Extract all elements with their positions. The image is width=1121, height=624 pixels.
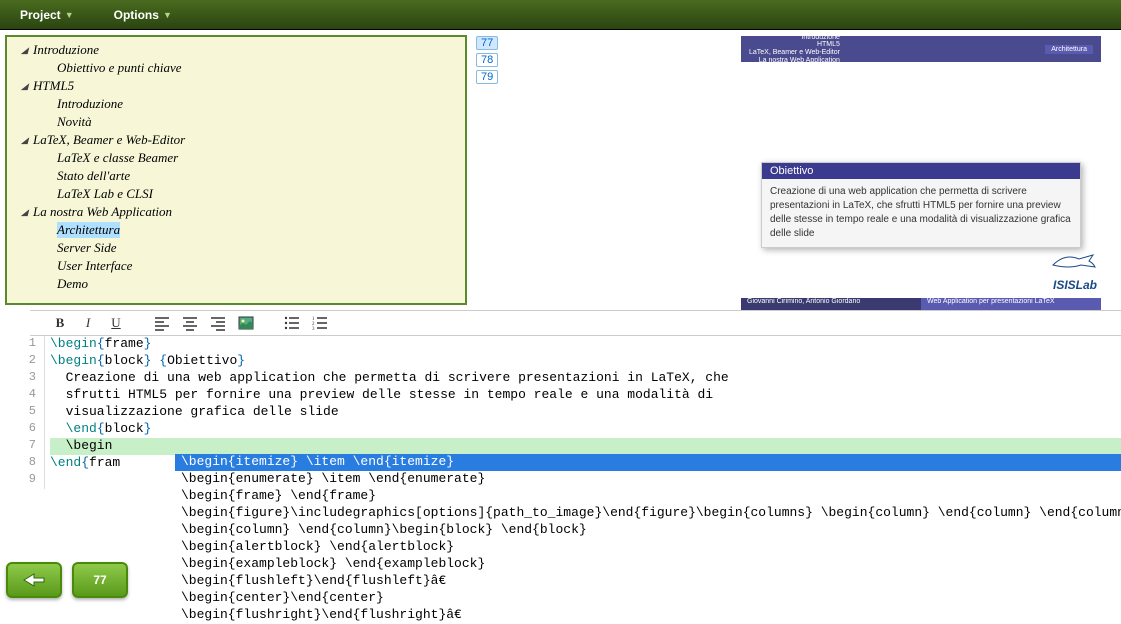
page-thumb[interactable]: 77 [476, 36, 498, 50]
outline-item[interactable]: ◢Introduzione [11, 41, 461, 59]
outline-item[interactable]: Demo [11, 275, 461, 293]
align-left-button[interactable] [152, 313, 172, 333]
image-button[interactable] [236, 313, 256, 333]
outline-item[interactable]: ◢LaTeX, Beamer e Web-Editor [11, 131, 461, 149]
chevron-down-icon: ▼ [163, 10, 172, 20]
outline-item[interactable]: Architettura [11, 221, 461, 239]
caret-icon: ◢ [21, 45, 29, 56]
slide-footer: Giovanni Cirimino, Antonio Giordano Web … [741, 298, 1101, 310]
line-gutter: 123456789 [0, 336, 45, 489]
autocomplete-item[interactable]: \begin{center}\end{center} [175, 590, 1121, 607]
autocomplete-item[interactable]: \begin{exampleblock} \end{exampleblock} [175, 556, 1121, 573]
objective-title: Obiettivo [762, 163, 1080, 179]
bullet-list-button[interactable] [282, 313, 302, 333]
numbered-list-button[interactable]: 123 [310, 313, 330, 333]
underline-button[interactable]: U [106, 313, 126, 333]
page-button[interactable]: 77 [72, 562, 128, 598]
autocomplete-item[interactable]: \begin{itemize} \item \end{itemize} [175, 454, 1121, 471]
autocomplete-item[interactable]: \begin{enumerate} \item \end{enumerate} [175, 471, 1121, 488]
slide-preview: Introduzione HTML5 LaTeX, Beamer e Web-E… [502, 30, 1121, 310]
slide-header: Introduzione HTML5 LaTeX, Beamer e Web-E… [741, 36, 1101, 62]
outline-item[interactable]: Introduzione [11, 95, 461, 113]
chevron-down-icon: ▼ [65, 10, 74, 20]
arrow-left-icon [22, 572, 46, 588]
objective-body: Creazione di una web application che per… [762, 179, 1080, 247]
align-center-button[interactable] [180, 313, 200, 333]
outline-item[interactable]: LaTeX Lab e CLSI [11, 185, 461, 203]
svg-text:3: 3 [312, 327, 315, 331]
outline-item[interactable]: Stato dell'arte [11, 167, 461, 185]
outline-item[interactable]: LaTeX e classe Beamer [11, 149, 461, 167]
autocomplete-item[interactable]: \begin{figure}\includegraphics[options]{… [175, 505, 1121, 522]
autocomplete-item[interactable]: \begin{flushright}\end{flushright}â€ [175, 607, 1121, 624]
italic-button[interactable]: I [78, 313, 98, 333]
outline-item[interactable]: Novità [11, 113, 461, 131]
outline-panel: ◢IntroduzioneObiettivo e punti chiave◢HT… [5, 35, 467, 305]
autocomplete-item[interactable]: \begin{flushleft}\end{flushleft}â€ [175, 573, 1121, 590]
page-list: 77 78 79 [472, 30, 502, 310]
outline-item[interactable]: Server Side [11, 239, 461, 257]
logo: ISISLab [1049, 251, 1097, 292]
outline-item[interactable]: ◢La nostra Web Application [11, 203, 461, 221]
outline-item[interactable]: ◢HTML5 [11, 77, 461, 95]
page-thumb[interactable]: 79 [476, 70, 498, 84]
autocomplete-item[interactable]: \begin{alertblock} \end{alertblock} [175, 539, 1121, 556]
align-right-button[interactable] [208, 313, 228, 333]
code-editor[interactable]: 123456789 \begin{frame} \begin{block} {O… [0, 336, 1121, 489]
autocomplete-popup: \begin{itemize} \item \end{itemize} \beg… [175, 454, 1121, 624]
bird-icon [1049, 251, 1097, 275]
outline-item[interactable]: Obiettivo e punti chiave [11, 59, 461, 77]
menu-project[interactable]: Project▼ [20, 8, 74, 22]
editor-toolbar: B I U 123 [30, 310, 1121, 336]
bold-button[interactable]: B [50, 313, 70, 333]
menu-options[interactable]: Options▼ [114, 8, 172, 22]
caret-icon: ◢ [21, 135, 29, 146]
autocomplete-item[interactable]: \begin{column} \end{column}\begin{block}… [175, 522, 1121, 539]
caret-icon: ◢ [21, 81, 29, 92]
autocomplete-item[interactable]: \begin{frame} \end{frame} [175, 488, 1121, 505]
page-thumb[interactable]: 78 [476, 53, 498, 67]
caret-icon: ◢ [21, 207, 29, 218]
objective-box: Obiettivo Creazione di una web applicati… [761, 162, 1081, 248]
back-button[interactable] [6, 562, 62, 598]
outline-item[interactable]: User Interface [11, 257, 461, 275]
menubar: Project▼ Options▼ [0, 0, 1121, 30]
